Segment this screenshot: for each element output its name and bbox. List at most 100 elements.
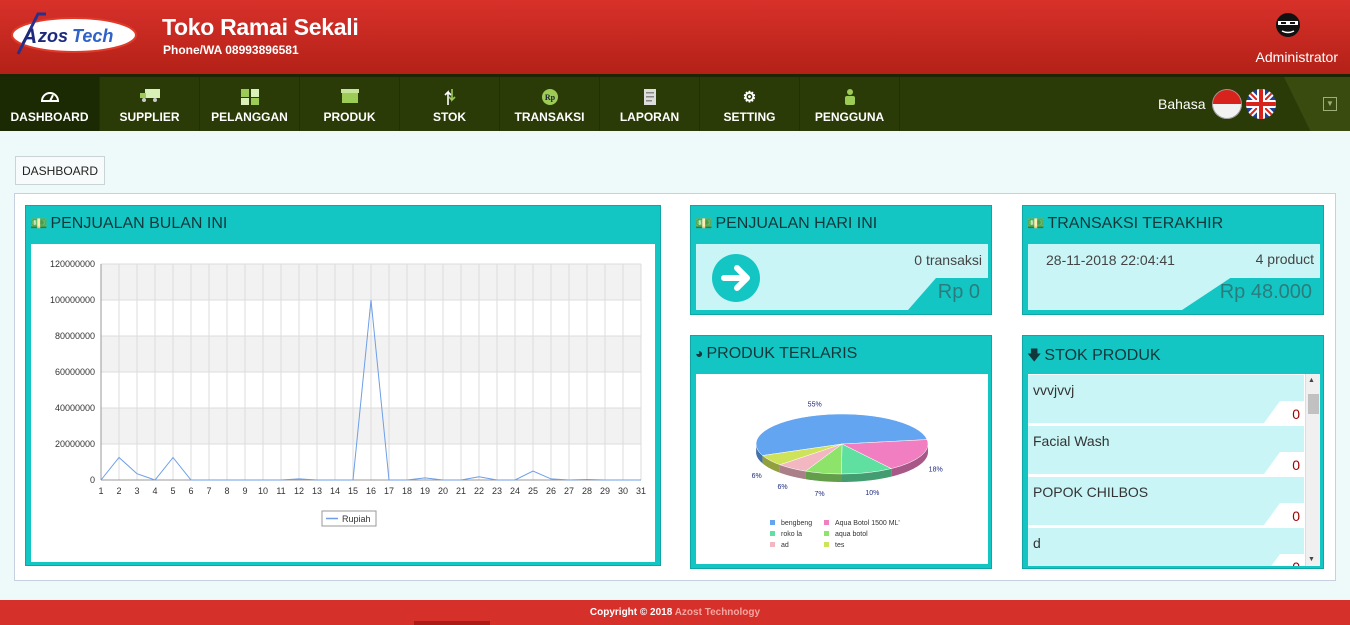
stock-list[interactable]: vvvjvvj 0 Facial Wash 0 POPOK CHILBOS 0 … [1028, 374, 1320, 566]
x-tick-label: 4 [152, 486, 157, 496]
stock-item[interactable]: Facial Wash 0 [1028, 426, 1304, 474]
nav-supplier[interactable]: SUPPLIER [100, 77, 200, 131]
legend-label: ad [781, 542, 789, 549]
panel-title-stock: 🡇 STOK PRODUK [1027, 345, 1161, 369]
today-amount: Rp 0 [937, 281, 980, 303]
y-tick-label: 80000000 [55, 331, 95, 341]
user-menu[interactable]: Administrator [1238, 12, 1338, 65]
stock-item[interactable]: POPOK CHILBOS 0 [1028, 477, 1304, 525]
x-tick-label: 26 [546, 486, 556, 496]
stock-item-qty: 0 [1292, 559, 1300, 566]
nav-laporan[interactable]: LAPORAN [600, 77, 700, 131]
x-tick-label: 2 [116, 486, 121, 496]
legend-label: roko la [781, 531, 802, 538]
nav-label: PRODUK [323, 110, 376, 124]
scroll-thumb[interactable] [1308, 394, 1319, 414]
x-tick-label: 31 [636, 486, 646, 496]
stock-scrollbar[interactable]: ▲ ▼ [1305, 374, 1320, 566]
legend-label: Rupiah [342, 514, 371, 524]
x-tick-label: 19 [420, 486, 430, 496]
x-tick-label: 9 [242, 486, 247, 496]
scroll-up-icon[interactable]: ▲ [1308, 377, 1315, 384]
gear-icon: ⚙ [742, 89, 757, 106]
x-tick-label: 16 [366, 486, 376, 496]
flag-indonesia-icon[interactable] [1212, 89, 1242, 119]
nav-pelanggan[interactable]: PELANGGAN [200, 77, 300, 131]
footer-company-link[interactable]: Azost Technology [675, 607, 760, 618]
panel-title-text: PENJUALAN BULAN INI [50, 215, 228, 232]
stock-item-qty: 0 [1292, 457, 1300, 473]
nav-label: SETTING [723, 110, 776, 124]
money-icon: 💵 [695, 215, 713, 231]
nav-stok[interactable]: STOK [400, 77, 500, 131]
nav-dashboard[interactable]: DASHBOARD [0, 77, 100, 131]
x-tick-label: 21 [456, 486, 466, 496]
x-tick-label: 13 [312, 486, 322, 496]
last-transaction-products: 4 product [1255, 251, 1314, 267]
chevron-down-icon[interactable]: ▼ [1323, 97, 1337, 111]
panel-monthly-sales: 💵 PENJUALAN BULAN INI 0 20000000 40000000 60… [25, 205, 661, 566]
stock-arrows-icon [400, 88, 499, 108]
language-label: Bahasa [1158, 96, 1206, 112]
x-tick-label: 17 [384, 486, 394, 496]
today-transaction-count: 0 transaksi [914, 252, 982, 268]
stock-item-name: vvvjvvj [1033, 382, 1075, 398]
best-products-pie-chart: 55% 18% 10% 7% 6% 6% bengbeng Aqua Botol 1500 M… [752, 402, 943, 549]
pie-value-label: 18% [929, 467, 943, 474]
stock-item[interactable]: vvvjvvj 0 [1028, 375, 1304, 423]
box-icon [300, 88, 399, 108]
stock-item[interactable]: d 0 [1028, 528, 1304, 566]
stock-item-name: POPOK CHILBOS [1033, 484, 1149, 500]
stock-item-qty: 0 [1292, 508, 1300, 524]
panel-title-text: STOK PRODUK [1044, 347, 1161, 364]
legend-swatch [824, 520, 829, 525]
scroll-down-icon[interactable]: ▼ [1308, 556, 1315, 563]
nav-label: SUPPLIER [119, 110, 180, 124]
footer-tab-decoration [414, 621, 490, 625]
legend-swatch [770, 520, 775, 525]
x-tick-label: 30 [618, 486, 628, 496]
x-tick-label: 27 [564, 486, 574, 496]
user-name: Administrator [1255, 49, 1338, 65]
stock-item-name: d [1033, 535, 1041, 551]
nav-produk[interactable]: PRODUK [300, 77, 400, 131]
nav-pengguna[interactable]: PENGGUNA [800, 77, 900, 131]
svg-text:zos: zos [37, 26, 68, 46]
x-tick-label: 22 [474, 486, 484, 496]
y-tick-label: 20000000 [55, 439, 95, 449]
breadcrumb[interactable]: DASHBOARD [15, 156, 106, 185]
nav-setting[interactable]: ⚙ SETTING [700, 77, 800, 131]
azostech-logo[interactable]: A zos Tech [8, 10, 140, 60]
monthly-sales-line-chart: 0 20000000 40000000 60000000 80000000 1000000… [50, 259, 646, 527]
footer-copyright: Copyright © 2018 [589, 607, 675, 618]
nav-label: PELANGGAN [211, 110, 288, 124]
nav-label: STOK [432, 110, 467, 124]
user-avatar-icon [1276, 13, 1300, 37]
flag-uk-icon[interactable] [1246, 89, 1276, 119]
money-icon: 💵 [1027, 215, 1045, 231]
footer: Copyright © 2018 Azost Technology [0, 600, 1350, 625]
today-sales-card: 0 transaksi Rp 0 [696, 244, 988, 310]
legend-label: Aqua Botol 1500 ML' [835, 520, 900, 527]
last-transaction-card[interactable]: 28-11-2018 22:04:41 4 product Rp 48.000 [1028, 244, 1320, 310]
arrow-right-circle-icon[interactable] [712, 254, 760, 302]
nav-label: TRANSAKSI [514, 110, 585, 124]
x-tick-label: 12 [294, 486, 304, 496]
shop-phone: Phone/WA 08993896581 [163, 43, 299, 57]
panel-title-best: ◕ PRODUK TERLARIS [695, 345, 857, 363]
panel-last-transaction: 💵 TRANSAKSI TERAKHIR 28-11-2018 22:04:41 … [1022, 205, 1324, 315]
x-tick-label: 8 [224, 486, 229, 496]
x-tick-label: 14 [330, 486, 340, 496]
gauge-icon [0, 88, 99, 108]
legend-swatch [770, 531, 775, 536]
x-tick-label: 11 [276, 486, 285, 496]
stock-item-name: Facial Wash [1033, 433, 1110, 449]
customers-icon [200, 88, 299, 108]
pie-value-label: 6% [752, 473, 762, 480]
y-tick-label: 40000000 [55, 403, 95, 413]
nav-transaksi[interactable]: Rp TRANSAKSI [500, 77, 600, 131]
svg-text:Rp: Rp [544, 93, 555, 102]
truck-icon [100, 88, 199, 108]
nav-label: DASHBOARD [10, 110, 89, 124]
panel-stock: 🡇 STOK PRODUK vvvjvvj 0 Facial Wash 0 POP… [1022, 335, 1324, 569]
